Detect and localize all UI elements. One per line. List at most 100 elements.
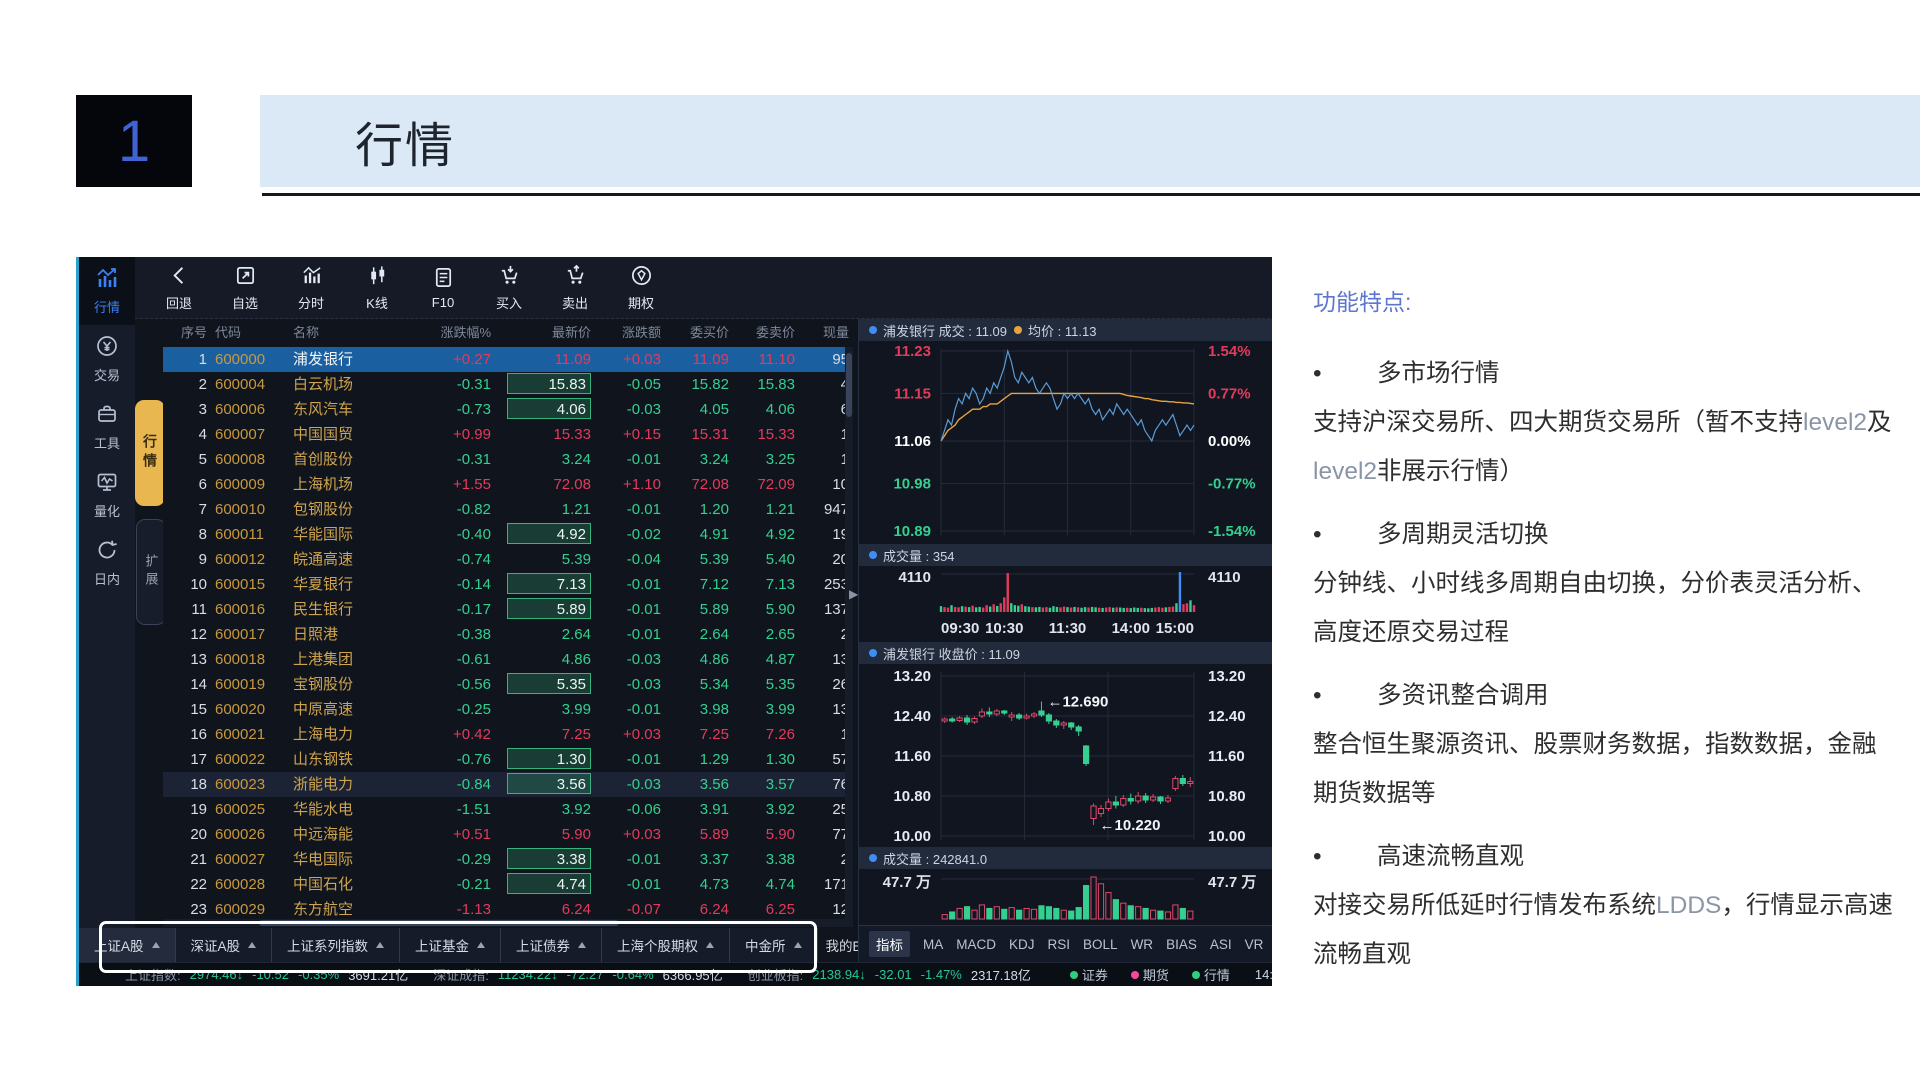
table-row[interactable]: 4600007中国国贸+0.9915.33+0.1515.3115.3311.6 <box>163 422 853 447</box>
toolbar-button-buy-cart[interactable]: 买入 <box>483 264 535 312</box>
table-row[interactable]: 6600009上海机场+1.5572.08+1.1072.0872.091011… <box>163 472 853 497</box>
svg-text:11.60: 11.60 <box>894 748 931 765</box>
indicator-tab-BIAS[interactable]: BIAS <box>1166 937 1197 952</box>
market-tab[interactable]: 上证系列指数 <box>272 928 400 962</box>
indicator-tab-RSI[interactable]: RSI <box>1048 937 1071 952</box>
cell-change-pct: -0.73 <box>407 397 495 422</box>
legend-text: 成交量 : 242841.0 <box>883 849 987 868</box>
table-row[interactable]: 13600018上港集团-0.614.86-0.034.864.871328.5 <box>163 647 853 672</box>
market-tab[interactable]: 上证债券 <box>501 928 602 962</box>
column-header[interactable]: 名称 <box>289 319 407 347</box>
indicator-tab-MA[interactable]: MA <box>923 937 943 952</box>
indicator-tab-WR[interactable]: WR <box>1131 937 1154 952</box>
cell-code: 600000 <box>211 347 289 372</box>
table-row[interactable]: 17600022山东钢铁-0.761.30-0.011.291.305745.3 <box>163 747 853 772</box>
column-header[interactable]: 涨跌幅% <box>407 319 495 347</box>
toolbar-button-sell-cart[interactable]: 卖出 <box>549 264 601 312</box>
vertical-scrollbar[interactable] <box>845 347 853 920</box>
toolbar-button-minute-chart[interactable]: 分时 <box>285 264 337 312</box>
cell-seq: 5 <box>163 447 211 472</box>
sidebar-item-trade[interactable]: 交易 <box>79 325 135 393</box>
table-row[interactable]: 2600004白云机场-0.3115.83-0.0515.8215.83410.… <box>163 372 853 397</box>
toolbar-button-option[interactable]: 期权 <box>615 264 667 312</box>
indicator-tab-ASI[interactable]: ASI <box>1210 937 1232 952</box>
table-row[interactable]: 10600015华夏银行-0.147.13-0.017.127.1325313.… <box>163 572 853 597</box>
horizontal-scrollbar-thumb[interactable] <box>259 920 619 926</box>
side-tab-quotes[interactable]: 行情 <box>135 400 165 506</box>
cell-seq: 11 <box>163 597 211 622</box>
column-header[interactable]: 涨跌额 <box>595 319 665 347</box>
indicator-tab-VR[interactable]: VR <box>1245 937 1264 952</box>
table-row[interactable]: 20600026中远海能+0.515.90+0.035.895.907722.7 <box>163 822 853 847</box>
cell-change-amt: -0.01 <box>595 497 665 522</box>
indicator-tab-KDJ[interactable]: KDJ <box>1009 937 1035 952</box>
indicator-tab-MACD[interactable]: MACD <box>956 937 996 952</box>
sidebar-item-quotes[interactable]: 行情 <box>79 257 135 325</box>
market-tab[interactable]: 深证A股 <box>176 928 273 962</box>
up-triangle-icon[interactable] <box>706 942 714 948</box>
horizontal-scrollbar[interactable] <box>163 919 853 927</box>
side-tab-expand[interactable]: 扩展 <box>136 519 166 625</box>
up-triangle-icon[interactable] <box>248 942 256 948</box>
column-header[interactable]: 最新价 <box>495 319 595 347</box>
vertical-scrollbar-thumb[interactable] <box>846 353 852 417</box>
table-row[interactable]: 19600025华能水电-1.513.92-0.063.913.922532.6 <box>163 797 853 822</box>
indicator-tab-指标[interactable]: 指标 <box>869 931 910 957</box>
cell-change-amt: -0.01 <box>595 622 665 647</box>
column-header[interactable]: 序号 <box>163 319 211 347</box>
sidebar-item-quant[interactable]: 量化 <box>79 461 135 529</box>
status-dot-icon <box>1070 971 1078 979</box>
table-row[interactable]: 7600010包钢股份-0.821.21-0.011.201.21947208.… <box>163 497 853 522</box>
cell-code: 600027 <box>211 847 289 872</box>
table-row[interactable]: 18600023浙能电力-0.843.56-0.033.563.577613.4 <box>163 772 853 797</box>
index-change-pct: -0.64% <box>612 967 653 982</box>
cell-name: 宝钢股份 <box>289 672 407 697</box>
market-tab[interactable]: 中金所 <box>730 928 818 962</box>
toolbar-button-kline[interactable]: K线 <box>351 264 403 312</box>
cell-code: 600019 <box>211 672 289 697</box>
column-header[interactable]: 委买价 <box>665 319 733 347</box>
cell-change-pct: +0.51 <box>407 822 495 847</box>
index-change: -72.27 <box>567 967 604 982</box>
index-change: -32.01 <box>875 967 912 982</box>
cell-ask: 3.25 <box>733 447 799 472</box>
toolbar-button-back[interactable]: 回退 <box>153 264 205 312</box>
up-triangle-icon[interactable] <box>152 942 160 948</box>
table-row[interactable]: 11600016民生银行-0.175.89-0.015.895.9013765.… <box>163 597 853 622</box>
column-header[interactable]: 代码 <box>211 319 289 347</box>
up-triangle-icon[interactable] <box>477 942 485 948</box>
cell-change-amt: -0.01 <box>595 597 665 622</box>
cell-change-amt: -0.01 <box>595 572 665 597</box>
market-tab[interactable]: 上证A股 <box>79 928 176 962</box>
toolbar-button-document[interactable]: F10 <box>417 266 469 310</box>
up-triangle-icon[interactable] <box>794 942 802 948</box>
table-row[interactable]: 1600000浦发银行+0.2711.09+0.0311.0911.109524… <box>163 347 853 372</box>
sidebar-item-tools[interactable]: 工具 <box>79 393 135 461</box>
toolbar-button-watchlist[interactable]: 自选 <box>219 264 271 312</box>
table-row[interactable]: 21600027华电国际-0.293.38-0.013.373.38220.1 <box>163 847 853 872</box>
panel-expand-arrow-icon[interactable]: ▶ <box>849 587 858 601</box>
table-row[interactable]: 16600021上海电力+0.427.25+0.037.257.2614.5 <box>163 722 853 747</box>
market-tab[interactable]: 上海个股期权 <box>602 928 730 962</box>
column-header[interactable]: 现量 <box>799 319 853 347</box>
up-triangle-icon[interactable] <box>578 942 586 948</box>
svg-text:12.40: 12.40 <box>893 708 931 725</box>
table-row[interactable]: 8600011华能国际-0.404.92-0.024.914.921927.1 <box>163 522 853 547</box>
cell-name: 皖通高速 <box>289 547 407 572</box>
table-row[interactable]: 5600008首创股份-0.313.24-0.013.243.25115.8 <box>163 447 853 472</box>
table-row[interactable]: 14600019宝钢股份-0.565.35-0.035.345.352646.9 <box>163 672 853 697</box>
table-row[interactable]: 3600006东风汽车-0.734.06-0.034.054.06610.6 <box>163 397 853 422</box>
up-triangle-icon[interactable] <box>376 942 384 948</box>
cell-seq: 1 <box>163 347 211 372</box>
table-row[interactable]: 12600017日照港-0.382.64-0.012.642.65210.5 <box>163 622 853 647</box>
market-tab-label: 上证债券 <box>516 935 570 955</box>
table-row[interactable]: 9600012皖通高速-0.745.39-0.045.395.40203.3 <box>163 547 853 572</box>
indicator-tab-BOLL[interactable]: BOLL <box>1083 937 1118 952</box>
column-header[interactable]: 委卖价 <box>733 319 799 347</box>
table-row[interactable]: 22600028中国石化-0.214.74-0.014.734.7417191.… <box>163 872 853 897</box>
market-tab[interactable]: 上证基金 <box>400 928 501 962</box>
market-tab-partial[interactable]: 我的E <box>818 928 858 962</box>
table-row[interactable]: 15600020中原高速-0.253.99-0.013.983.991320.9 <box>163 697 853 722</box>
price-highlight-box: 3.56 <box>507 773 591 794</box>
sidebar-item-intraday[interactable]: 日内 <box>79 529 135 597</box>
